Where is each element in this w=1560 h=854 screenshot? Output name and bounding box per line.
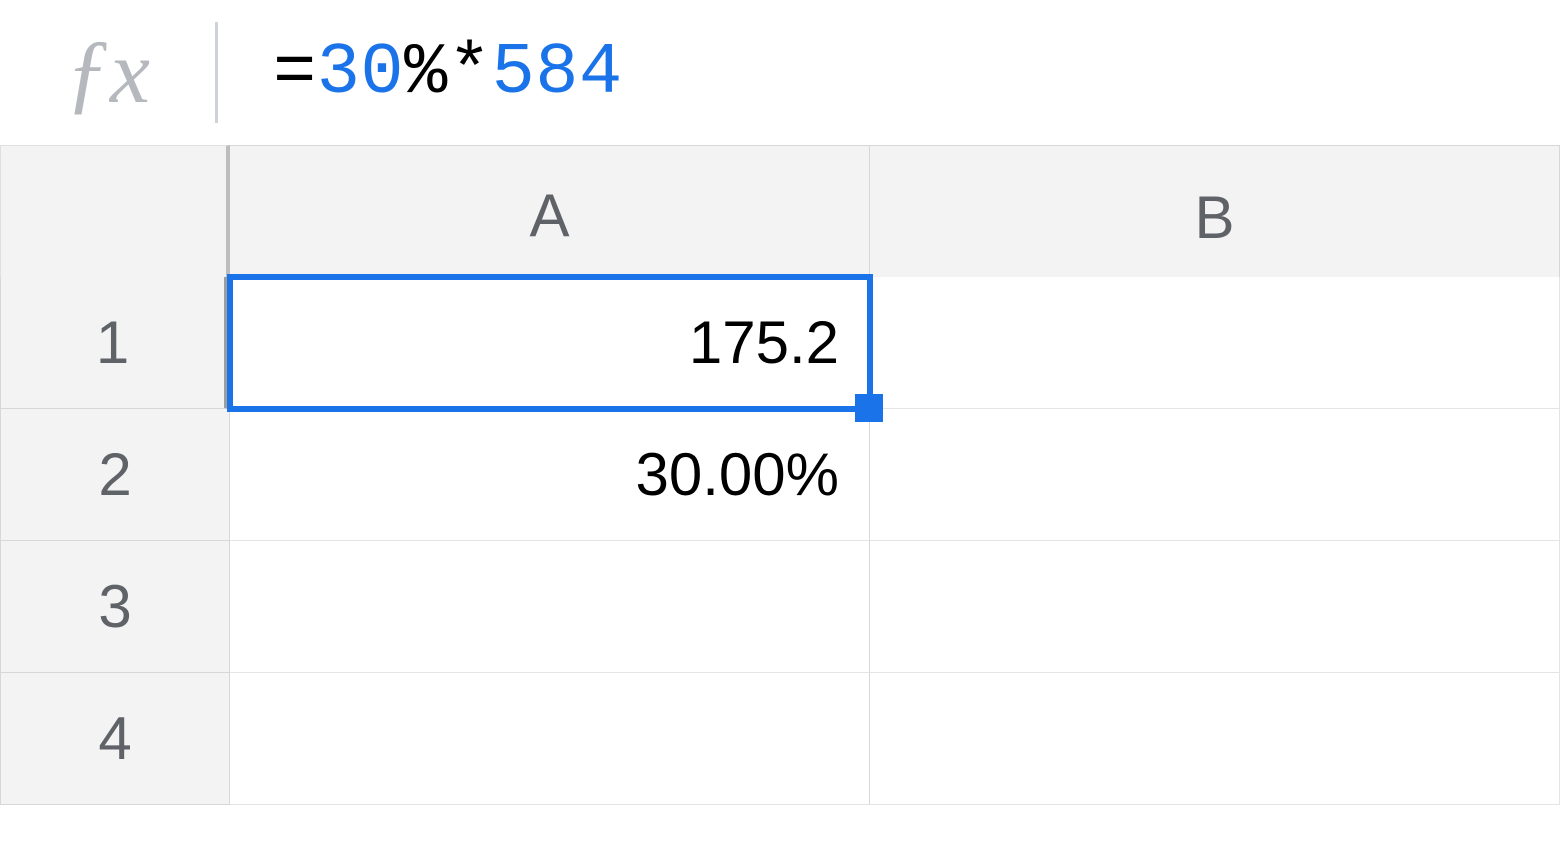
cell-B2[interactable]: [870, 409, 1560, 541]
fx-icon[interactable]: ƒx: [0, 0, 215, 145]
spreadsheet-grid: A B 1 175.2 2 30.00% 3 4: [0, 145, 1560, 805]
formula-bar: ƒx =30%*584: [0, 0, 1560, 145]
row-header-2[interactable]: 2: [0, 409, 230, 541]
cell-B4[interactable]: [870, 673, 1560, 805]
row-header-3[interactable]: 3: [0, 541, 230, 673]
formula-token: =: [273, 32, 317, 114]
column-header-A[interactable]: A: [230, 145, 870, 290]
fill-handle[interactable]: [855, 394, 883, 422]
select-all-corner[interactable]: [0, 145, 230, 290]
row-header-1[interactable]: 1: [0, 277, 230, 409]
cell-B3[interactable]: [870, 541, 1560, 673]
formula-token: 30: [317, 32, 404, 114]
cell-A2[interactable]: 30.00%: [230, 409, 870, 541]
formula-input[interactable]: =30%*584: [273, 0, 1560, 145]
formula-token: %*: [404, 32, 491, 114]
column-header-B[interactable]: B: [870, 145, 1560, 290]
cell-value: 30.00%: [636, 440, 840, 509]
row-header-4[interactable]: 4: [0, 673, 230, 805]
cell-value: 175.2: [689, 308, 839, 377]
formula-token: 584: [492, 32, 623, 114]
cell-A3[interactable]: [230, 541, 870, 673]
cell-A4[interactable]: [230, 673, 870, 805]
cell-B1[interactable]: [870, 277, 1560, 409]
fx-separator: [215, 22, 218, 124]
cell-A1[interactable]: 175.2: [230, 277, 870, 409]
